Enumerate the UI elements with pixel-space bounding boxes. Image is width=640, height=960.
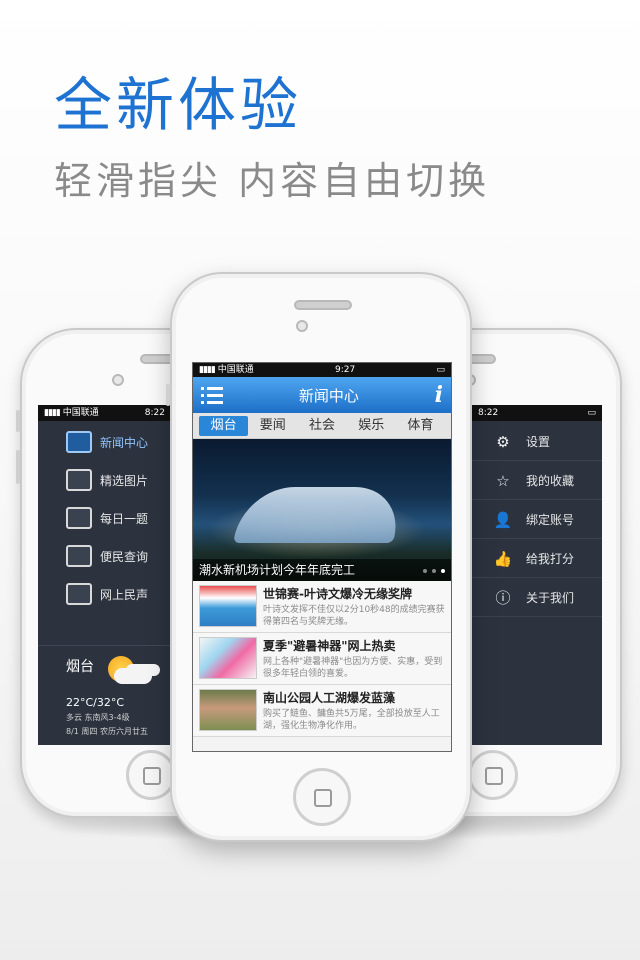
picture-icon [66, 469, 92, 491]
menu-label: 给我打分 [526, 552, 575, 566]
menu-label: 我的收藏 [526, 474, 575, 488]
home-button[interactable] [293, 768, 351, 826]
subline: 轻滑指尖 内容自由切换 [54, 159, 491, 203]
camera [112, 374, 124, 386]
menu-item-bind-account[interactable]: 👤 绑定账号 [472, 501, 602, 539]
tab-headlines[interactable]: 要闻 [248, 416, 297, 436]
menu-item-public-voice[interactable]: 网上民声 [38, 575, 171, 613]
status-bar: 8:22 ▭ [472, 405, 602, 421]
news-thumbnail [199, 637, 257, 679]
right-screen: 8:22 ▭ ⚙ 设置 ☆ 我的收藏 👤 绑定账号 👍 给我打分 ⓘ 关于我们 [472, 405, 602, 745]
news-icon [66, 431, 92, 453]
menu-item-news[interactable]: 新闻中心 [38, 423, 171, 461]
page-dots [423, 569, 445, 573]
info-icon[interactable]: i [435, 382, 443, 408]
info-icon: ⓘ [495, 589, 511, 607]
speaker [294, 300, 352, 310]
chat-icon [66, 507, 92, 529]
tab-entertainment[interactable]: 娱乐 [347, 416, 396, 436]
news-item[interactable]: 南山公园人工湖爆发蓝藻 购买了鲢鱼、鳙鱼共5万尾，全部投放至人工湖，强化生物净化… [193, 685, 451, 737]
hero-caption: 潮水新机场计划今年年底完工 [193, 559, 451, 581]
menu-label: 每日一题 [100, 511, 149, 526]
weather-date: 8/1 周四 农历六月廿五 [66, 727, 148, 736]
weather-widget: 烟台 22°C/32°C 多云 东南风3-4级 8/1 周四 农历六月廿五 [38, 645, 171, 745]
volume-button [16, 450, 20, 484]
news-item[interactable]: 夏季"避暑神器"网上热卖 网上各种"避暑神器"也因为方便、实惠，受到很多年轻白领… [193, 633, 451, 685]
menu-label: 绑定账号 [526, 513, 575, 527]
home-button[interactable] [126, 750, 176, 800]
carrier: 中国联通 [217, 365, 254, 375]
menu-item-rate[interactable]: 👍 给我打分 [472, 540, 602, 578]
menu-item-daily-question[interactable]: 每日一题 [38, 499, 171, 537]
weather-condition: 多云 东南风3-4级 [66, 713, 130, 722]
status-time: 8:22 [144, 408, 165, 418]
news-title: 世锦赛-叶诗文爆冷无缘奖牌 [263, 587, 412, 601]
news-desc: 购买了鲢鱼、鳙鱼共5万尾，全部投放至人工湖，强化生物净化作用。 [263, 709, 440, 731]
star-icon: ☆ [496, 471, 510, 490]
hero-banner[interactable]: 潮水新机场计划今年年底完工 [193, 439, 451, 581]
tab-society[interactable]: 社会 [297, 416, 346, 436]
carrier: 中国联通 [62, 408, 99, 418]
news-title: 夏季"避暑神器"网上热卖 [263, 639, 396, 653]
status-bar: ▮▮▮▮ 中国联通 9:27 ▭ [193, 363, 451, 377]
news-title: 南山公园人工湖爆发蓝藻 [263, 691, 396, 705]
people-icon [66, 583, 92, 605]
menu-item-query[interactable]: 便民查询 [38, 537, 171, 575]
news-item[interactable]: 世锦赛-叶诗文爆冷无缘奖牌 叶诗文发挥不佳仅以2分10秒48的成绩完赛获得第四名… [193, 581, 451, 633]
tab-yantai[interactable]: 烟台 [199, 415, 249, 436]
tab-sports[interactable]: 体育 [396, 416, 445, 436]
nav-bar: 新闻中心 i [193, 377, 451, 413]
news-thumbnail [199, 689, 257, 731]
thumbs-up-icon: 👍 [493, 549, 513, 568]
news-desc: 叶诗文发挥不佳仅以2分10秒48的成绩完赛获得第四名与奖牌无缘。 [263, 605, 445, 627]
category-tabs: 烟台 要闻 社会 娱乐 体育 [193, 413, 451, 439]
menu-label: 设置 [526, 435, 551, 449]
menu-label: 精选图片 [100, 473, 149, 488]
weather-temp: 22°C/32°C [66, 696, 125, 709]
cloud-icon [114, 668, 152, 684]
status-time: 9:27 [334, 365, 356, 375]
menu-label: 便民查询 [100, 549, 149, 564]
menu-item-favorites[interactable]: ☆ 我的收藏 [472, 462, 602, 500]
side-button [16, 410, 20, 432]
grid-icon [66, 545, 92, 567]
weather-city: 烟台 [66, 659, 94, 675]
status-bar: ▮▮▮▮ 中国联通 8:22 [38, 405, 171, 421]
news-thumbnail [199, 585, 257, 627]
side-button [166, 384, 170, 406]
airport-image [233, 487, 405, 543]
camera [296, 320, 308, 332]
center-screen: ▮▮▮▮ 中国联通 9:27 ▭ 新闻中心 i 烟台 要闻 社会 娱乐 体育 潮… [192, 362, 452, 752]
menu-item-about[interactable]: ⓘ 关于我们 [472, 579, 602, 617]
menu-label: 关于我们 [526, 591, 575, 605]
nav-title: 新闻中心 [298, 386, 359, 405]
add-user-icon: 👤 [493, 510, 513, 529]
menu-item-settings[interactable]: ⚙ 设置 [472, 423, 602, 461]
home-button[interactable] [468, 750, 518, 800]
menu-list-icon[interactable] [201, 386, 223, 404]
gear-icon: ⚙ [496, 432, 510, 451]
left-screen: ▮▮▮▮ 中国联通 8:22 新闻中心 精选图片 每日一题 便民查询 网上民声 … [38, 405, 171, 745]
status-time: 8:22 [478, 408, 499, 418]
menu-item-pictures[interactable]: 精选图片 [38, 461, 171, 499]
menu-label: 新闻中心 [100, 435, 149, 450]
news-desc: 网上各种"避暑神器"也因为方便、实惠，受到很多年轻白领的喜爱。 [263, 657, 443, 679]
headline: 全新体验 [54, 71, 303, 139]
menu-label: 网上民声 [100, 587, 149, 602]
